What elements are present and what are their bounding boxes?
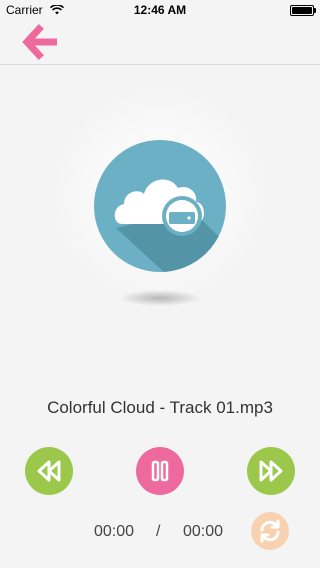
- repeat-icon: [260, 519, 280, 543]
- artwork-shadow: [120, 290, 200, 306]
- album-artwork: [0, 70, 320, 330]
- cloud-drive-icon: [94, 140, 226, 272]
- rewind-icon: [37, 460, 61, 482]
- status-time: 12:46 AM: [133, 3, 187, 17]
- battery-icon: [290, 5, 316, 16]
- track-title: Colorful Cloud - Track 01.mp3: [47, 398, 273, 417]
- pause-button[interactable]: [136, 447, 184, 495]
- current-time: 00:00: [94, 523, 135, 540]
- total-time: 00:00: [183, 523, 224, 540]
- back-button[interactable]: [22, 24, 62, 60]
- fast-forward-icon: [259, 460, 283, 482]
- pause-icon: [151, 460, 169, 482]
- fast-forward-button[interactable]: [247, 447, 295, 495]
- rewind-button[interactable]: [25, 447, 73, 495]
- time-separator: /: [156, 523, 161, 540]
- back-arrow-icon: [22, 24, 57, 60]
- navigation-bar: [0, 20, 320, 65]
- status-bar: Carrier 12:46 AM: [0, 0, 320, 20]
- repeat-button[interactable]: [251, 512, 289, 550]
